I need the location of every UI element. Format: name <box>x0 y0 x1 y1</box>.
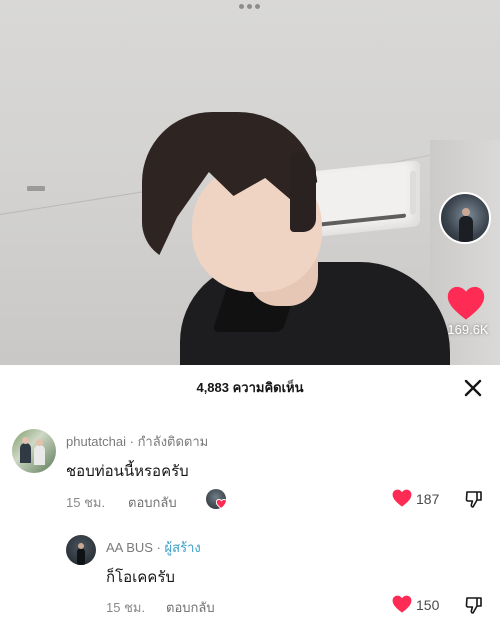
video-player[interactable]: 169.6K <box>0 0 500 365</box>
creator-badge: ผู้สร้าง <box>164 540 201 555</box>
creator-reply-avatar[interactable] <box>66 535 96 565</box>
person-in-video <box>140 112 450 365</box>
video-like-count: 169.6K <box>447 322 489 337</box>
ceiling-vent <box>27 186 45 191</box>
comment-reply-item: AA BUS · ผู้สร้าง ก็โอเคครับ 15 ชม. ตอบก… <box>0 365 500 629</box>
comment-time: 15 ชม. <box>106 600 146 615</box>
comment-like-count: 150 <box>416 597 440 613</box>
like-heart-icon[interactable] <box>447 285 485 321</box>
creator-avatar[interactable] <box>439 192 491 244</box>
comments-sheet: 4,883 ความคิดเห็น phutatchai · กำลังติดต… <box>0 365 500 629</box>
ceiling-edge <box>0 188 159 215</box>
comment-text: ก็โอเคครับ <box>106 569 175 586</box>
reply-button[interactable]: ตอบกลับ <box>166 597 215 618</box>
comment-header: AA BUS · ผู้สร้าง <box>106 537 201 558</box>
comment-like-icon[interactable] <box>392 595 412 613</box>
separator: · <box>152 540 165 555</box>
commenter-username[interactable]: AA BUS <box>106 540 153 555</box>
dislike-icon[interactable] <box>464 595 484 615</box>
more-dots-icon[interactable] <box>239 4 261 10</box>
